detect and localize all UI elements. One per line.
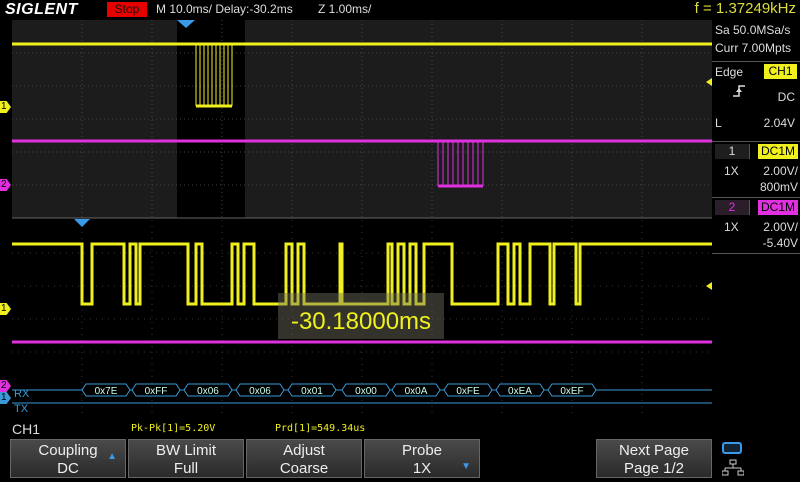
rx-byte-label: 0xFE xyxy=(456,386,480,397)
next-page-softkey-title: Next Page xyxy=(618,442,690,459)
ch2-zoom-marker-label: 2 xyxy=(1,380,7,391)
rx-byte-label: 0xEA xyxy=(508,386,532,397)
up-arrow-icon: ▲ xyxy=(107,451,117,462)
rx-byte-label: 0x06 xyxy=(197,386,219,397)
ch2-main-marker-label: 2 xyxy=(1,179,7,190)
active-channel-label: CH1 xyxy=(12,421,41,437)
run-state-badge[interactable]: Stop xyxy=(107,2,147,17)
probe-softkey[interactable]: Probe 1X ▼ xyxy=(364,439,480,478)
bus-marker-label: 1 xyxy=(1,392,7,403)
bw-limit-softkey[interactable]: BW Limit Full xyxy=(128,439,244,478)
trigger-level-label: L xyxy=(715,116,722,130)
ch2-zoom-marker[interactable]: 2 xyxy=(0,380,11,392)
panel-divider xyxy=(712,253,800,254)
ch2-main-marker[interactable]: 2 xyxy=(0,179,11,191)
adjust-softkey-value: Coarse xyxy=(279,460,329,477)
next-page-softkey-value: Page 1/2 xyxy=(623,460,685,477)
bw-limit-softkey-title: BW Limit xyxy=(156,442,216,459)
rx-byte-label: 0x06 xyxy=(249,386,271,397)
rx-byte-label: 0x01 xyxy=(301,386,323,397)
zoom-region[interactable] xyxy=(177,20,245,218)
trigger-level-marker-zoom[interactable] xyxy=(706,282,712,290)
ch1-coupling-badge: DC1M xyxy=(758,144,798,159)
rx-byte-label: 0xEF xyxy=(560,386,583,397)
rx-label: RX xyxy=(14,388,30,400)
bus-marker[interactable]: 1 xyxy=(0,392,11,404)
ch2-probe: 1X xyxy=(724,220,739,234)
next-page-softkey[interactable]: Next Page Page 1/2 xyxy=(596,439,712,478)
ch1-main-marker[interactable]: 1 xyxy=(0,101,11,113)
waveform-display[interactable]: -30.18000ms 0x7E 0xFF 0x06 0x06 0x01 0x00 0x0A… xyxy=(12,20,712,416)
delay-readout: -30.18000ms xyxy=(291,308,431,335)
trigger-level: 2.04V xyxy=(763,116,795,130)
ch1-probe: 1X xyxy=(724,164,739,178)
tx-label: TX xyxy=(14,403,29,415)
trigger-source-badge: CH1 xyxy=(764,64,797,79)
trigger-info[interactable]: Edge CH1 DC L 2.04V xyxy=(712,62,800,140)
adjust-softkey[interactable]: Adjust Coarse xyxy=(246,439,362,478)
down-arrow-icon: ▼ xyxy=(461,461,471,472)
ch2-number: 2 xyxy=(715,200,750,215)
network-icon[interactable] xyxy=(721,459,745,482)
zoom-readout[interactable]: Z 1.00ms/ xyxy=(318,2,371,16)
coupling-softkey[interactable]: Coupling DC ▲ xyxy=(10,439,126,478)
timebase-readout[interactable]: M 10.0ms/ Delay:-30.2ms xyxy=(156,2,293,16)
measurement-bar[interactable]: CH1 Pk-Pk[1]=5.20V Prd[1]=549.34us xyxy=(0,420,800,437)
frequency-counter: f = 1.37249kHz xyxy=(694,0,796,17)
acquisition-info[interactable]: Sa 50.0MSa/s Curr 7.00Mpts xyxy=(712,20,800,60)
ch1-scale: 2.00V/ xyxy=(763,164,798,178)
ch2-coupling-badge: DC1M xyxy=(758,200,798,215)
softkey-bar: Coupling DC ▲ BW Limit Full Adjust Coars… xyxy=(0,437,800,480)
rx-byte-label: 0x7E xyxy=(95,386,118,397)
ch2-offset: -5.40V xyxy=(762,236,798,250)
pkpk-measurement: Pk-Pk[1]=5.20V xyxy=(131,423,216,434)
status-bar: SIGLENT Stop M 10.0ms/ Delay:-30.2ms Z 1… xyxy=(0,0,800,20)
rising-edge-icon xyxy=(732,84,746,101)
sample-rate: Sa 50.0MSa/s xyxy=(715,23,791,37)
rx-byte-label: 0x00 xyxy=(355,386,377,397)
rx-byte-label: 0xFF xyxy=(145,386,168,397)
ch1-zoom-marker-label: 1 xyxy=(1,303,7,314)
storage-icon[interactable] xyxy=(722,442,742,454)
ch1-main-marker-label: 1 xyxy=(1,101,7,112)
memory-depth: Curr 7.00Mpts xyxy=(715,41,792,55)
brand-logo: SIGLENT xyxy=(5,1,78,18)
ch1-offset: 800mV xyxy=(759,180,798,194)
ch1-number: 1 xyxy=(715,144,750,159)
rx-byte-label: 0x0A xyxy=(405,386,428,397)
trigger-type: Edge xyxy=(715,65,744,79)
waveform-canvas: -30.18000ms 0x7E 0xFF 0x06 0x06 0x01 0x00 0x0A… xyxy=(12,20,712,416)
period-measurement: Prd[1]=549.34us xyxy=(275,423,366,434)
bw-limit-softkey-value: Full xyxy=(173,460,199,477)
adjust-softkey-title: Adjust xyxy=(283,442,325,459)
ch1-info[interactable]: 1 DC1M 1X 2.00V/ 800mV xyxy=(712,142,800,196)
trigger-coupling: DC xyxy=(777,90,795,104)
ch1-zoom-marker[interactable]: 1 xyxy=(0,303,11,315)
zoom-trigger-position-marker[interactable] xyxy=(74,219,90,227)
ch2-info[interactable]: 2 DC1M 1X 2.00V/ -5.40V xyxy=(712,198,800,252)
ch2-scale: 2.00V/ xyxy=(763,220,798,234)
